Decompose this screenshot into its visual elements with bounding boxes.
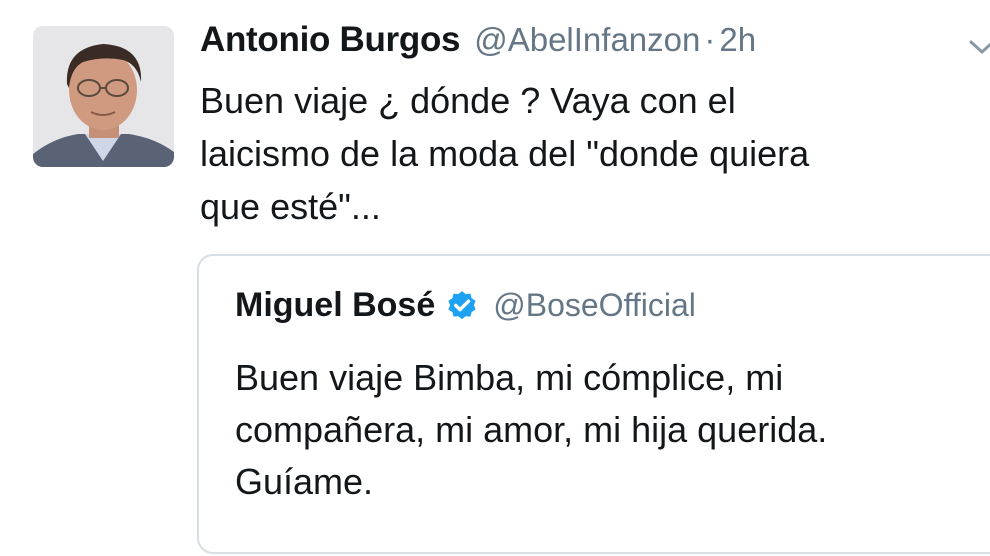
tweet-text: Buen viaje ¿ dónde ? Vaya con el laicism… bbox=[200, 80, 810, 227]
tweet-timestamp[interactable]: 2h bbox=[719, 21, 756, 59]
quoted-tweet-card[interactable]: Miguel Bosé @BoseOfficial Buen viaje Bim… bbox=[197, 254, 990, 554]
author-name[interactable]: Antonio Burgos bbox=[200, 20, 461, 60]
person-portrait-icon bbox=[33, 26, 174, 167]
quoted-tweet-text: Buen viaje Bimba, mi cómplice, mi compañ… bbox=[235, 357, 828, 502]
header-separator: · bbox=[704, 21, 716, 58]
tweet: Antonio Burgos @AbelInfanzon · 2h Buen v… bbox=[0, 0, 990, 556]
quoted-tweet-header: Miguel Bosé @BoseOfficial bbox=[235, 286, 696, 325]
quoted-author-name: Miguel Bosé bbox=[235, 286, 436, 324]
author-handle[interactable]: @AbelInfanzon bbox=[474, 21, 700, 59]
chevron-down-icon[interactable] bbox=[967, 38, 990, 58]
author-avatar[interactable] bbox=[33, 26, 174, 167]
verified-badge-icon bbox=[448, 290, 476, 319]
tweet-header: Antonio Burgos @AbelInfanzon · 2h bbox=[200, 20, 756, 70]
quoted-author-handle: @BoseOfficial bbox=[493, 287, 696, 323]
